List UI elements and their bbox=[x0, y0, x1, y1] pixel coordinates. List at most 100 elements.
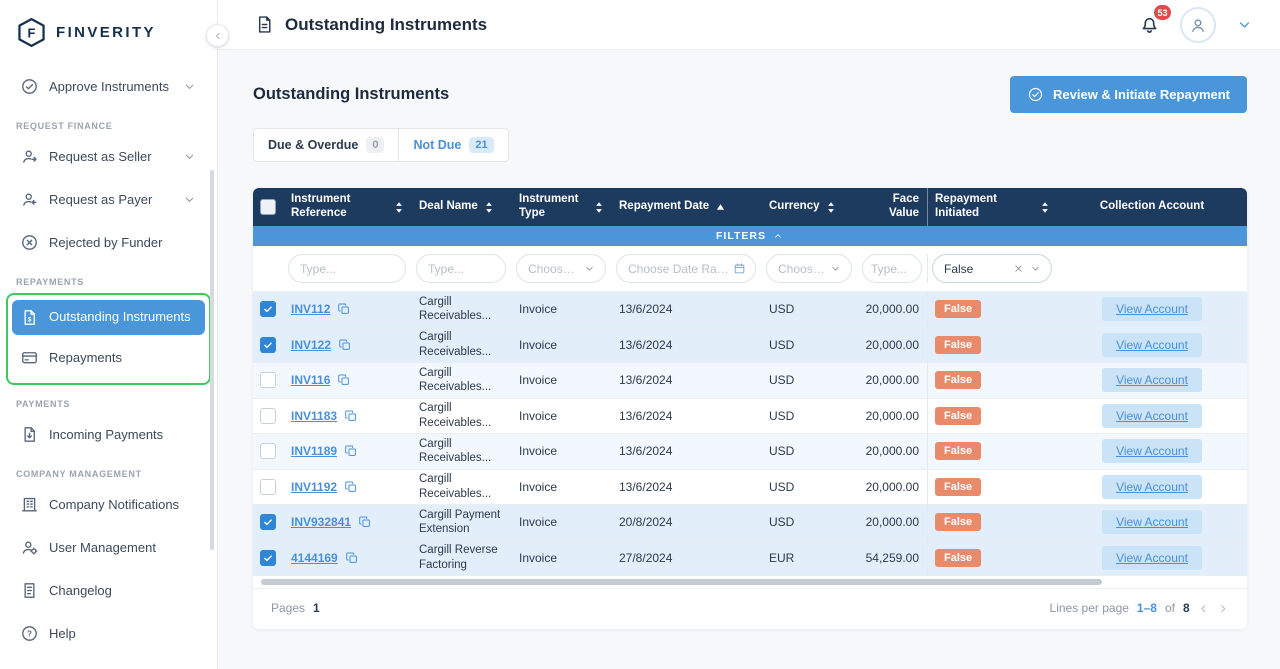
repayment-initiated-cell: False bbox=[927, 292, 1057, 327]
row-checkbox[interactable] bbox=[260, 549, 276, 566]
sidebar-item-label: Changelog bbox=[49, 583, 112, 598]
tab-label: Not Due bbox=[413, 138, 462, 152]
row-checkbox[interactable] bbox=[260, 301, 276, 318]
row-checkbox[interactable] bbox=[260, 478, 276, 495]
sidebar-item-request-as-payer[interactable]: Request as Payer bbox=[12, 179, 205, 220]
select-all-checkbox[interactable] bbox=[260, 199, 276, 215]
sidebar-scrollbar[interactable] bbox=[210, 170, 214, 550]
face-value-cell: 20,000.00 bbox=[865, 444, 919, 459]
account-menu-chevron-down-icon[interactable] bbox=[1235, 15, 1254, 34]
instrument-reference-link[interactable]: INV1183 bbox=[291, 409, 337, 423]
sidebar-item-company-notifications[interactable]: Company Notifications bbox=[12, 484, 205, 525]
copy-icon[interactable] bbox=[344, 444, 358, 458]
table-row: INV932841 Cargill Payment Extension Invoic… bbox=[253, 505, 1247, 541]
view-account-link[interactable]: View Account bbox=[1102, 439, 1202, 464]
table-row: INV122 Cargill Receivables... Invoice 13/6/… bbox=[253, 327, 1247, 363]
chevron-down-icon bbox=[182, 79, 197, 94]
view-account-link[interactable]: View Account bbox=[1102, 403, 1202, 428]
sidebar-item-user-management[interactable]: User Management bbox=[12, 527, 205, 568]
currency-filter-select[interactable]: Choose... bbox=[766, 254, 852, 283]
instrument-reference-filter-input[interactable] bbox=[288, 254, 406, 283]
row-checkbox[interactable] bbox=[260, 443, 276, 460]
tab-due-and-overdue[interactable]: Due & Overdue 0 bbox=[254, 129, 398, 161]
repayment-initiated-badge: False bbox=[935, 335, 982, 354]
copy-icon[interactable] bbox=[337, 302, 351, 316]
notifications-button[interactable]: 53 bbox=[1138, 5, 1171, 36]
column-label: Collection Account bbox=[1099, 200, 1205, 213]
row-checkbox[interactable] bbox=[260, 407, 276, 424]
sidebar-item-rejected-by-funder[interactable]: Rejected by Funder bbox=[12, 222, 205, 263]
sidebar-item-repayments[interactable]: Repayments bbox=[12, 337, 205, 378]
current-page-number: 1 bbox=[313, 601, 320, 615]
horizontal-scrollbar[interactable] bbox=[253, 576, 1247, 588]
row-checkbox[interactable] bbox=[260, 372, 276, 389]
face-value-filter-input[interactable] bbox=[862, 254, 922, 283]
instrument-reference-link[interactable]: INV122 bbox=[291, 338, 331, 352]
column-header-instrument-type[interactable]: Instrument Type bbox=[511, 188, 611, 226]
view-account-link[interactable]: View Account bbox=[1102, 545, 1202, 570]
sidebar-item-approve-instruments[interactable]: Approve Instruments bbox=[12, 66, 205, 107]
instrument-reference-link[interactable]: 4144169 bbox=[291, 551, 338, 565]
row-checkbox[interactable] bbox=[260, 336, 276, 353]
main-area: Outstanding Instruments 53 Outstanding I… bbox=[218, 0, 1280, 669]
next-page-button[interactable]: › bbox=[1217, 599, 1229, 616]
view-account-link[interactable]: View Account bbox=[1102, 474, 1202, 499]
instrument-reference-link[interactable]: INV112 bbox=[291, 302, 330, 316]
instrument-reference-link[interactable]: INV1189 bbox=[291, 444, 337, 458]
currency-cell: USD bbox=[769, 373, 795, 388]
copy-icon[interactable] bbox=[344, 480, 358, 494]
repayment-date-range-filter[interactable]: Choose Date Range bbox=[616, 254, 756, 283]
page-title: Outstanding Instruments bbox=[253, 85, 450, 103]
instrument-reference-link[interactable]: INV1192 bbox=[291, 480, 337, 494]
view-account-link[interactable]: View Account bbox=[1102, 368, 1202, 393]
view-account-link[interactable]: View Account bbox=[1102, 297, 1202, 322]
chevron-down-icon bbox=[829, 262, 842, 275]
column-label: Face Value bbox=[888, 193, 919, 219]
lines-per-page-select[interactable]: 1–8 bbox=[1137, 601, 1157, 615]
sidebar-collapse-button[interactable] bbox=[206, 24, 229, 47]
repayment-initiated-cell: False bbox=[927, 505, 1057, 540]
copy-icon[interactable] bbox=[337, 373, 351, 387]
instrument-reference-link[interactable]: INV116 bbox=[291, 373, 330, 387]
copy-icon[interactable] bbox=[344, 409, 358, 423]
repayment-initiated-filter-select[interactable]: False bbox=[932, 254, 1052, 283]
sidebar-item-label: Approve Instruments bbox=[49, 79, 169, 94]
copy-icon[interactable] bbox=[338, 338, 352, 352]
user-icon bbox=[1188, 15, 1208, 35]
user-avatar-button[interactable] bbox=[1180, 6, 1216, 43]
collection-account-cell: View Account bbox=[1057, 292, 1247, 327]
column-header-face-value: Face Value bbox=[857, 188, 927, 226]
repayment-date-cell: 13/6/2024 bbox=[619, 408, 673, 423]
column-header-instrument-reference[interactable]: Instrument Reference bbox=[283, 188, 411, 226]
column-header-repayment-initiated[interactable]: Repayment Initiated bbox=[927, 188, 1057, 226]
clear-filter-icon[interactable] bbox=[1012, 262, 1025, 275]
calendar-icon bbox=[733, 262, 746, 275]
chevron-down-icon bbox=[182, 149, 197, 164]
row-checkbox[interactable] bbox=[260, 514, 276, 531]
sidebar-item-changelog[interactable]: Changelog bbox=[12, 570, 205, 611]
copy-icon[interactable] bbox=[358, 515, 372, 529]
sidebar-item-request-as-seller[interactable]: Request as Seller bbox=[12, 136, 205, 177]
instrument-type-filter-select[interactable]: Choose... bbox=[516, 254, 606, 283]
column-header-deal-name[interactable]: Deal Name bbox=[411, 188, 511, 226]
instrument-reference-cell: INV112 bbox=[283, 292, 411, 327]
copy-icon[interactable] bbox=[345, 551, 359, 565]
deal-name-filter-input[interactable] bbox=[416, 254, 506, 283]
repayment-initiated-badge: False bbox=[935, 371, 982, 390]
instrument-reference-link[interactable]: INV932841 bbox=[291, 515, 351, 529]
review-initiate-repayment-button[interactable]: Review & Initiate Repayment bbox=[1010, 76, 1247, 113]
sidebar-item-help[interactable]: ? Help bbox=[12, 613, 205, 654]
previous-page-button[interactable]: ‹ bbox=[1198, 599, 1210, 616]
sidebar-item-incoming-payments[interactable]: Incoming Payments bbox=[12, 414, 205, 455]
tab-label: Due & Overdue bbox=[268, 138, 359, 152]
logo[interactable]: F FINVERITY bbox=[0, 0, 217, 60]
sidebar-item-outstanding-instruments[interactable]: $ Outstanding Instruments bbox=[12, 300, 205, 335]
filters-toggle[interactable]: FILTERS bbox=[253, 226, 1247, 246]
user-management-icon bbox=[20, 538, 39, 557]
tab-not-due[interactable]: Not Due 21 bbox=[398, 129, 507, 161]
view-account-link[interactable]: View Account bbox=[1102, 332, 1202, 357]
horizontal-scrollbar-thumb[interactable] bbox=[261, 579, 1103, 585]
column-header-repayment-date[interactable]: Repayment Date bbox=[611, 188, 761, 226]
view-account-link[interactable]: View Account bbox=[1102, 510, 1202, 535]
column-header-currency[interactable]: Currency bbox=[761, 188, 857, 226]
